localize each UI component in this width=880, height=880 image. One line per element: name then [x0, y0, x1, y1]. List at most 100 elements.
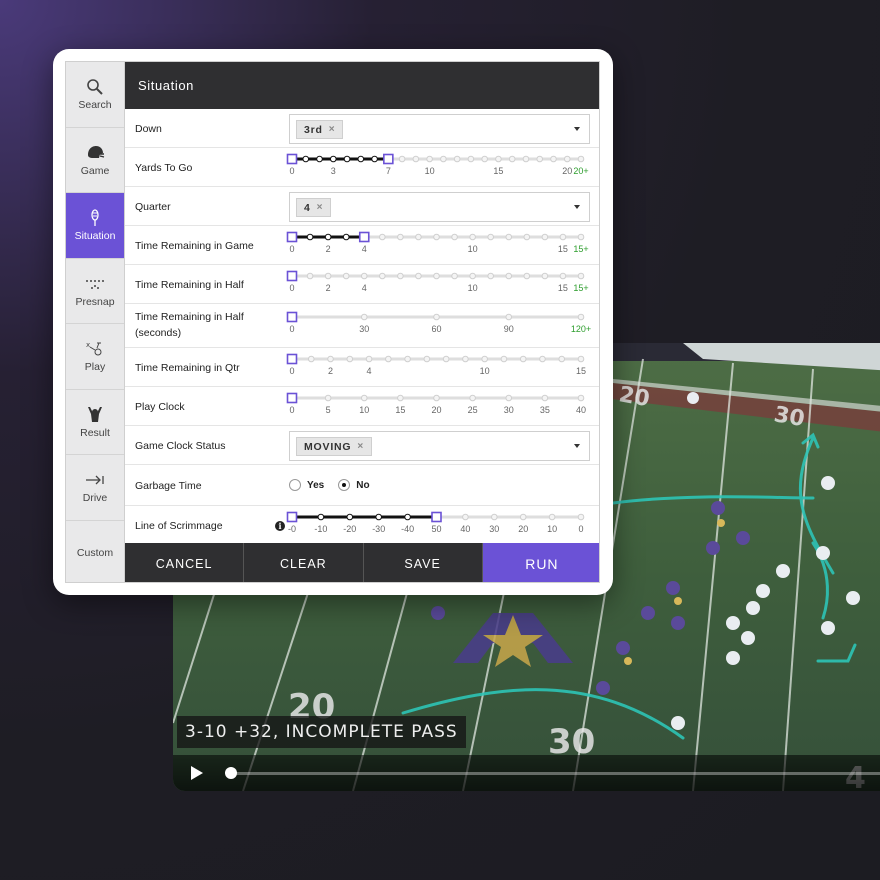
- slider-stop: [523, 233, 531, 241]
- run-button[interactable]: RUN: [482, 543, 599, 582]
- video-scrubber[interactable]: [231, 772, 880, 775]
- chip-value: 4: [304, 201, 311, 214]
- clear-button[interactable]: CLEAR: [244, 543, 364, 582]
- time-qtr-slider[interactable]: 0 2 4 10 15: [285, 352, 600, 384]
- slider-stop: [342, 233, 350, 241]
- slider-stop: [541, 394, 549, 402]
- yards-to-go-slider[interactable]: 0 3 7 10 15 20 20+: [285, 152, 600, 184]
- slider-stop: [346, 513, 354, 521]
- time-half-slider[interactable]: 0 2 4 10 15 15+: [285, 269, 600, 301]
- slider-tick-label: 10: [425, 166, 435, 176]
- slider-tick-label: 15: [493, 166, 503, 176]
- slider-tick-label: 20: [431, 405, 441, 415]
- game-clock-chip: MOVING ×: [296, 437, 373, 456]
- slider-tick-label: 15+: [573, 244, 588, 254]
- slider-tick-label: -0: [288, 524, 296, 534]
- slider-handle[interactable]: [286, 231, 298, 243]
- slider-stop: [357, 155, 365, 163]
- slider-tick-label: 2: [328, 366, 333, 376]
- slider-handle[interactable]: [286, 392, 298, 404]
- slider-tick-label: 4: [367, 366, 372, 376]
- down-select[interactable]: 3rd ×: [289, 114, 590, 144]
- slider-stop: [467, 155, 475, 163]
- sidebar-item-search[interactable]: Search: [66, 62, 124, 128]
- save-button[interactable]: SAVE: [363, 543, 483, 582]
- slider-stop: [329, 155, 337, 163]
- slider-stop: [440, 155, 447, 163]
- game-clock-select[interactable]: MOVING ×: [289, 431, 590, 461]
- chip-remove-icon[interactable]: ×: [357, 441, 364, 452]
- slider-stop: [317, 513, 325, 521]
- sidebar-label: Drive: [82, 492, 108, 505]
- slider-stop: [558, 355, 566, 363]
- sidebar-label: Play: [84, 361, 106, 374]
- slider-tick-label: 4: [362, 244, 367, 254]
- slider-handle[interactable]: [383, 153, 394, 165]
- row-time-remaining-half-seconds: Time Remaining in Half (seconds) 0 30 60 90…: [125, 304, 600, 348]
- slider-handle[interactable]: [286, 353, 298, 365]
- sidebar-label: Result: [80, 426, 110, 439]
- slider-stop: [505, 313, 513, 321]
- row-play-clock: Play Clock 0 5 10 15 20 25 30 35 40: [125, 387, 600, 426]
- panel-footer: CANCEL CLEAR SAVE RUN: [125, 543, 599, 582]
- row-label: Yards To Go: [135, 162, 193, 174]
- slider-stop: [433, 233, 440, 241]
- slider-tick-label: 15: [395, 405, 405, 415]
- radio-yes[interactable]: [289, 479, 301, 491]
- sidebar-label: Search: [78, 99, 112, 112]
- sidebar: Search Game Situation Presnap x Play Res…: [66, 62, 125, 583]
- slider-stop: [577, 233, 585, 241]
- sidebar-item-situation[interactable]: Situation: [66, 193, 124, 259]
- slider-stop: [559, 272, 567, 280]
- slider-stop: [519, 513, 527, 521]
- play-clock-slider[interactable]: 0 5 10 15 20 25 30 35 40: [285, 391, 600, 423]
- slider-tick-label: 7: [386, 166, 391, 176]
- time-half-seconds-slider[interactable]: 0 30 60 90 120+: [285, 310, 600, 342]
- chevron-down-icon[interactable]: [574, 444, 580, 448]
- quarter-chip: 4 ×: [296, 198, 332, 217]
- slider-tick-label: 15: [576, 366, 586, 376]
- slider-stop: [404, 355, 411, 363]
- sidebar-item-result[interactable]: Result: [66, 390, 124, 455]
- slider-stop: [505, 394, 513, 402]
- slider-handle[interactable]: [286, 270, 298, 282]
- slider-tick-label: 15+: [573, 283, 588, 293]
- info-icon[interactable]: i: [275, 521, 285, 531]
- chevron-down-icon[interactable]: [574, 127, 580, 131]
- slider-stop: [462, 513, 469, 521]
- slider-stop: [536, 155, 544, 163]
- slider-stop: [539, 355, 546, 363]
- sidebar-item-drive[interactable]: Drive: [66, 455, 124, 521]
- slider-stop: [541, 233, 549, 241]
- sidebar-item-game[interactable]: Game: [66, 128, 124, 193]
- row-label: Line of Scrimmage: [135, 520, 223, 532]
- time-game-slider[interactable]: 0 2 4 10 15 15+: [285, 230, 600, 262]
- slider-tick-label: 40: [460, 524, 470, 534]
- sidebar-item-play[interactable]: x Play: [66, 324, 124, 390]
- slider-stop: [316, 155, 323, 163]
- slider-tick-label: 20+: [573, 166, 588, 176]
- slider-stop: [404, 513, 411, 521]
- slider-tick-label: -30: [372, 524, 385, 534]
- chevron-down-icon[interactable]: [574, 205, 580, 209]
- line-of-scrimmage-slider[interactable]: -0 -10 -20 -30 -40 50 40 30 20 10 0: [285, 510, 600, 542]
- slider-stop: [324, 394, 332, 402]
- chip-remove-icon[interactable]: ×: [317, 202, 324, 213]
- slider-stop: [415, 233, 422, 241]
- row-label: Time Remaining in Qtr: [135, 362, 240, 374]
- sidebar-item-presnap[interactable]: Presnap: [66, 259, 124, 324]
- slider-handle[interactable]: [286, 153, 298, 165]
- scrubber-handle[interactable]: [225, 767, 237, 779]
- play-icon[interactable]: [191, 766, 203, 780]
- cancel-button[interactable]: CANCEL: [125, 543, 245, 582]
- slider-handle[interactable]: [286, 511, 298, 523]
- slider-handle[interactable]: [431, 511, 442, 523]
- slider-stop: [577, 394, 585, 402]
- slider-stop: [385, 355, 392, 363]
- sidebar-item-custom[interactable]: Custom: [66, 521, 124, 583]
- radio-no[interactable]: [338, 479, 351, 491]
- slider-handle[interactable]: [358, 231, 370, 243]
- slider-handle[interactable]: [286, 311, 298, 323]
- quarter-select[interactable]: 4 ×: [289, 192, 590, 222]
- chip-remove-icon[interactable]: ×: [329, 124, 336, 135]
